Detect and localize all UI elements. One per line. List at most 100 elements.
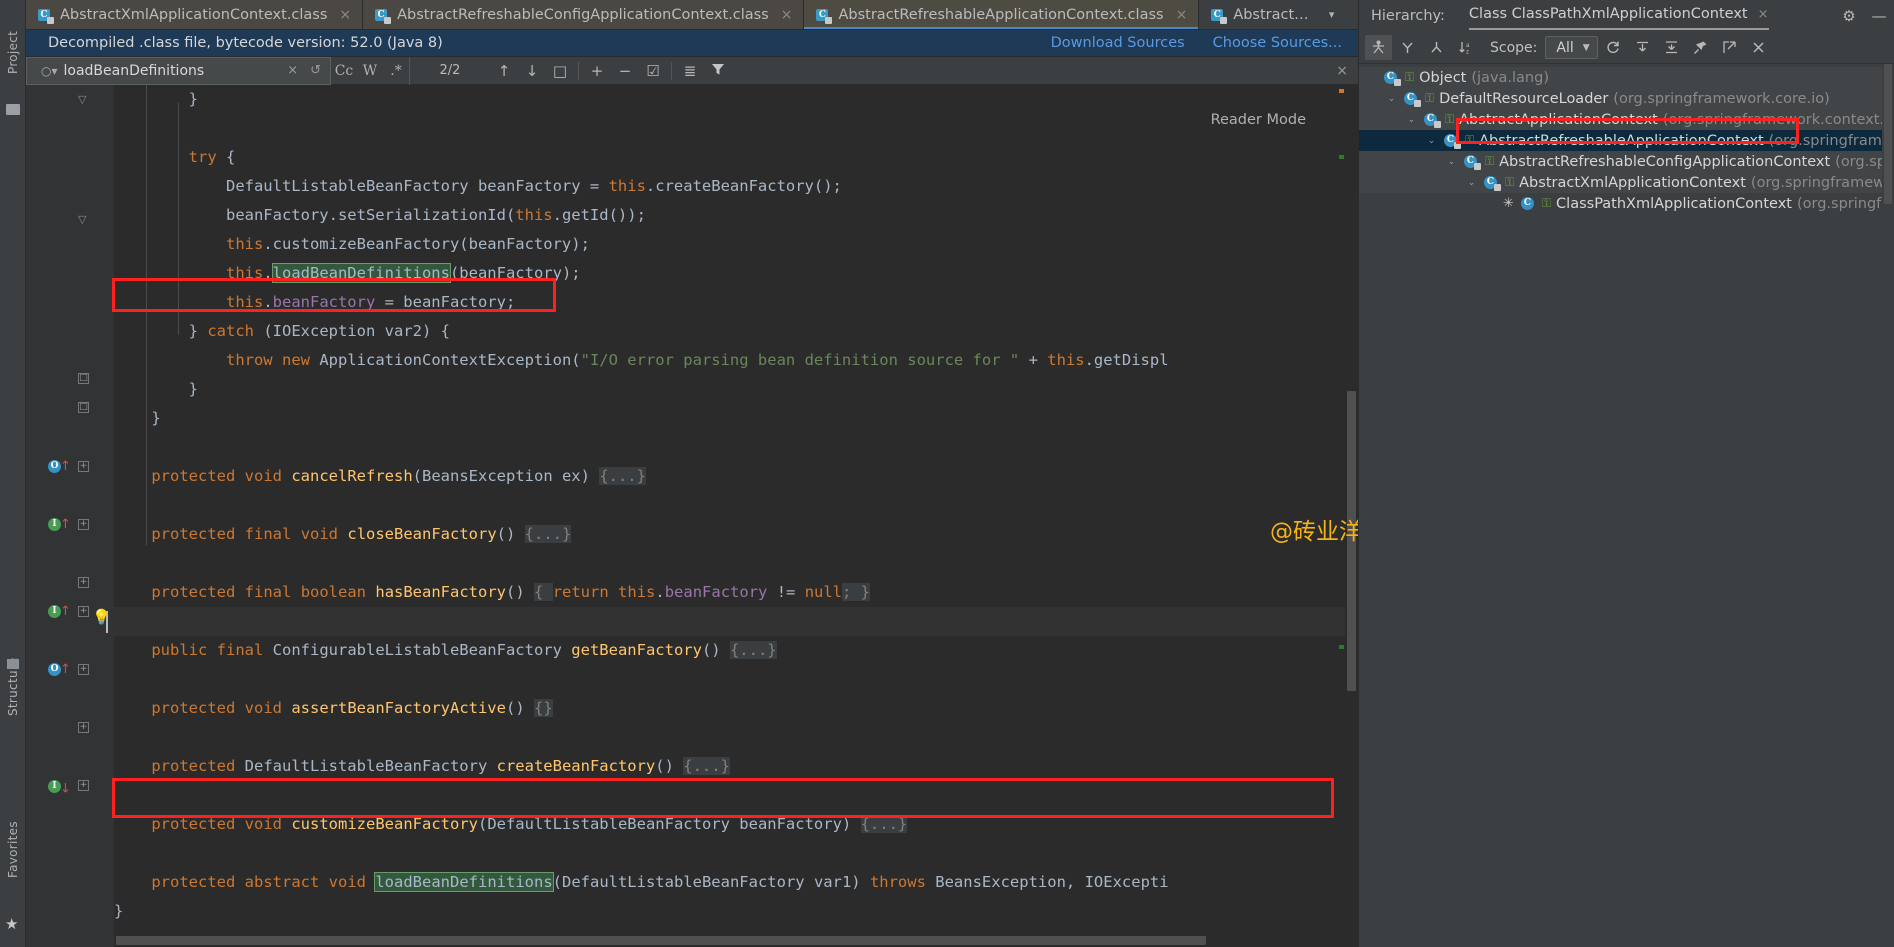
- editor-horizontal-scrollbar[interactable]: [114, 934, 1345, 947]
- chevron-down-icon[interactable]: ⌄: [1405, 115, 1418, 125]
- chevron-down-icon[interactable]: ⌄: [1465, 178, 1478, 188]
- supertypes-hierarchy-button[interactable]: [1394, 35, 1421, 60]
- java-class-icon: C: [1423, 112, 1441, 128]
- close-icon[interactable]: ×: [1758, 7, 1769, 22]
- subtypes-hierarchy-button[interactable]: [1423, 35, 1450, 60]
- hierarchy-tree-node[interactable]: ⌄ C ⚿ AbstractXmlApplicationContext (org.sp…: [1359, 172, 1894, 193]
- minimize-icon[interactable]: —: [1864, 7, 1894, 25]
- select-all-button[interactable]: □: [546, 62, 574, 80]
- implemented-method-gutter-icon[interactable]: I ↑: [48, 518, 71, 531]
- editor-vertical-scrollbar[interactable]: [1345, 85, 1358, 933]
- java-class-icon: C: [816, 8, 833, 24]
- error-stripe-mark[interactable]: [1339, 645, 1344, 649]
- hierarchy-tree-node[interactable]: C ⚿ Object (java.lang): [1359, 67, 1894, 88]
- refresh-button[interactable]: [1600, 35, 1627, 60]
- project-folder-icon[interactable]: [6, 104, 20, 115]
- close-button[interactable]: [1745, 35, 1772, 60]
- structure-icon[interactable]: [7, 659, 19, 669]
- find-previous-button[interactable]: ↑: [490, 62, 518, 80]
- code-editor[interactable]: ▽ ▽ □ □ + + + + + + + O↑ I↑ I↑ O↑ I↑: [26, 85, 1358, 947]
- fold-expand-icon[interactable]: +: [78, 577, 89, 588]
- hierarchy-node-package: (org.springframework.context.supp: [1662, 111, 1894, 128]
- fold-expand-icon[interactable]: +: [78, 664, 89, 675]
- choose-sources-link[interactable]: Choose Sources...: [1213, 35, 1342, 51]
- collapse-all-button[interactable]: [1658, 35, 1685, 60]
- editor-tab-abstractxmlapplicationcontext[interactable]: C AbstractXmlApplicationContext.class ×: [26, 0, 364, 29]
- banner-message: Decompiled .class file, bytecode version…: [48, 35, 443, 51]
- editor-gutter[interactable]: [26, 85, 114, 947]
- type-hierarchy-button[interactable]: [1365, 35, 1392, 60]
- chevron-down-icon[interactable]: ▾: [1319, 0, 1344, 29]
- editor-tab-bar: C AbstractXmlApplicationContext.class × …: [26, 0, 1358, 30]
- hierarchy-tree-node[interactable]: ⌄ C ⚿ DefaultResourceLoader (org.springfram…: [1359, 88, 1894, 109]
- code-line: }: [188, 380, 198, 398]
- hierarchy-tree-node[interactable]: ⌄ C ⚿ AbstractApplicationContext (org.sprin…: [1359, 109, 1894, 130]
- add-occurrence-button[interactable]: +: [583, 62, 611, 80]
- error-stripe-mark[interactable]: [1339, 89, 1344, 93]
- search-input[interactable]: ○▾ loadBeanDefinitions × ↺: [26, 56, 331, 85]
- select-all-occurrences-button[interactable]: ☑: [639, 62, 667, 80]
- clear-search-icon[interactable]: ×: [284, 63, 301, 78]
- overridden-method-gutter-icon[interactable]: O ↑: [48, 663, 71, 676]
- chevron-down-icon[interactable]: ⌄: [1445, 157, 1458, 167]
- editor-tab-abstract-truncated[interactable]: C Abstract…: [1199, 0, 1320, 29]
- sidebar-item-favorites[interactable]: Favorites: [0, 795, 26, 905]
- hierarchy-tree-node[interactable]: ⌄ C ⚿ AbstractRefreshableConfigApplicationC…: [1359, 151, 1894, 172]
- open-in-editor-button[interactable]: [1716, 35, 1743, 60]
- implemented-method-gutter-icon[interactable]: I ↑: [48, 605, 71, 618]
- fold-expand-icon[interactable]: +: [78, 461, 89, 472]
- hierarchy-panel: Hierarchy: Class ClassPathXmlApplication…: [1358, 0, 1894, 947]
- fold-expand-icon[interactable]: +: [78, 519, 89, 530]
- reader-mode-label[interactable]: Reader Mode: [1211, 112, 1306, 128]
- fold-expand-icon[interactable]: +: [78, 606, 89, 617]
- chevron-down-icon[interactable]: ⌄: [1425, 136, 1438, 146]
- gear-icon[interactable]: ⚙: [1834, 7, 1864, 25]
- hierarchy-tree[interactable]: C ⚿ Object (java.lang) ⌄ C ⚿ DefaultResourceLo…: [1359, 64, 1894, 947]
- sort-alphabetically-button[interactable]: az: [1452, 35, 1479, 60]
- hierarchy-vertical-scrollbar[interactable]: [1882, 64, 1894, 947]
- fold-expand-icon[interactable]: □: [78, 402, 89, 413]
- close-icon[interactable]: ×: [339, 7, 351, 23]
- implemented-method-gutter-icon[interactable]: I ↑: [48, 779, 71, 794]
- hierarchy-tab-classpathxmlapplicationcontext[interactable]: Class ClassPathXmlApplicationContext ×: [1468, 6, 1769, 30]
- filter-icon[interactable]: [704, 62, 732, 80]
- close-icon[interactable]: ×: [781, 7, 793, 23]
- scrollbar-thumb[interactable]: [1884, 64, 1892, 204]
- pin-tab-button[interactable]: [1687, 35, 1714, 60]
- scope-select[interactable]: All ▼: [1545, 36, 1598, 59]
- remove-occurrence-button[interactable]: −: [611, 62, 639, 80]
- code-line: protected void assertBeanFactoryActive()…: [151, 699, 553, 717]
- overridden-method-gutter-icon[interactable]: O ↑: [48, 460, 71, 473]
- scrollbar-thumb[interactable]: [116, 936, 1206, 945]
- hierarchy-tree-node[interactable]: ⌄ C ⚿ AbstractRefreshableApplicationContext…: [1359, 130, 1894, 151]
- hierarchy-node-class-name: AbstractXmlApplicationContext: [1519, 174, 1746, 191]
- editor-tab-abstractrefreshableapplicationcontext[interactable]: C AbstractRefreshableApplicationContext.…: [804, 0, 1200, 29]
- regex-toggle[interactable]: .*: [383, 63, 409, 79]
- error-stripe-mark[interactable]: [1339, 155, 1344, 159]
- sidebar-item-project[interactable]: Project: [0, 4, 26, 100]
- fold-expand-icon[interactable]: +: [78, 722, 89, 733]
- search-history-icon[interactable]: ↺: [307, 63, 324, 78]
- left-tool-strip: Project Structure Favorites ★: [0, 0, 26, 947]
- hierarchy-tree-node[interactable]: ✳ C ⚿ ClassPathXmlApplicationContext (org.s…: [1359, 193, 1894, 214]
- code-line: protected final void closeBeanFactory() …: [151, 525, 572, 543]
- code-text[interactable]: } try { DefaultListableBeanFactory beanF…: [114, 85, 1358, 947]
- editor-tab-abstractrefreshableconfigapplicationcontext[interactable]: C AbstractRefreshableConfigApplicationCo…: [363, 0, 805, 29]
- sidebar-item-structure[interactable]: Structure: [0, 637, 26, 737]
- fold-expand-icon[interactable]: □: [78, 373, 89, 384]
- find-next-button[interactable]: ↓: [518, 62, 546, 80]
- whole-words-toggle[interactable]: W: [357, 63, 383, 79]
- fold-expand-icon[interactable]: +: [78, 780, 89, 791]
- tab-label: Abstract…: [1233, 7, 1309, 23]
- star-icon[interactable]: ★: [5, 915, 18, 933]
- download-sources-link[interactable]: Download Sources: [1051, 35, 1185, 51]
- java-class-icon: C: [1383, 70, 1401, 86]
- public-visibility-icon: ⚿: [1425, 91, 1435, 105]
- close-icon[interactable]: ×: [1176, 7, 1188, 23]
- close-find-bar-icon[interactable]: ×: [1336, 63, 1348, 79]
- match-case-toggle[interactable]: Cc: [331, 63, 357, 79]
- intention-bulb-icon[interactable]: 💡: [92, 608, 111, 626]
- chevron-down-icon[interactable]: ⌄: [1385, 94, 1398, 104]
- expand-all-button[interactable]: [1629, 35, 1656, 60]
- filter-lines-button[interactable]: ≣: [676, 62, 704, 80]
